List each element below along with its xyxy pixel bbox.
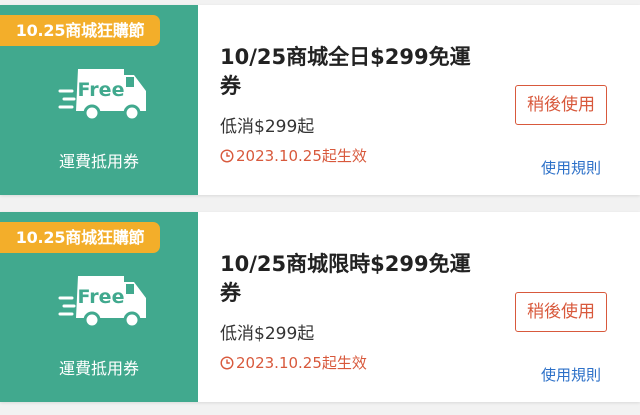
coupon-title: 10/25商城限時$299免運券 bbox=[220, 252, 471, 305]
coupon-title: 10/25商城全日$299免運券 bbox=[220, 45, 471, 98]
coupon-date-text: 2023.10.25起生效 bbox=[236, 354, 367, 372]
coupon-condition: 低消$299起 bbox=[220, 324, 315, 344]
use-later-button[interactable]: 稍後使用 bbox=[515, 292, 607, 332]
coupon-date: 2023.10.25起生效 bbox=[220, 352, 367, 373]
truck-free-text: Free bbox=[78, 79, 125, 101]
usage-rules-link[interactable]: 使用規則 bbox=[541, 364, 601, 385]
usage-rules-link[interactable]: 使用規則 bbox=[541, 157, 601, 178]
clock-icon bbox=[220, 355, 234, 370]
coupon-stub: 10.25商城狂購節 Free 運費抵用券 bbox=[0, 5, 198, 195]
use-later-button[interactable]: 稍後使用 bbox=[515, 85, 607, 125]
delivery-truck-icon: Free bbox=[58, 69, 146, 122]
coupon-date-text: 2023.10.25起生效 bbox=[236, 147, 367, 165]
clock-icon bbox=[220, 148, 234, 163]
delivery-truck-icon: Free bbox=[58, 276, 146, 329]
stub-label: 運費抵用券 bbox=[58, 152, 139, 171]
stub-label: 運費抵用券 bbox=[58, 359, 139, 378]
truck-free-text: Free bbox=[78, 286, 125, 308]
coupon-stub: 10.25商城狂購節 Free 運費抵用券 bbox=[0, 212, 198, 402]
event-tag: 10.25商城狂購節 bbox=[0, 15, 160, 46]
coupon-card: 10.25商城狂購節 Free 運費抵用券 10/25商城全日$299免運券 低… bbox=[0, 5, 640, 195]
coupon-card: 10.25商城狂購節 Free 運費抵用券 10/25商城限時$299免運券 低… bbox=[0, 212, 640, 402]
coupon-condition: 低消$299起 bbox=[220, 117, 315, 137]
event-tag: 10.25商城狂購節 bbox=[0, 222, 160, 253]
coupon-date: 2023.10.25起生效 bbox=[220, 145, 367, 166]
